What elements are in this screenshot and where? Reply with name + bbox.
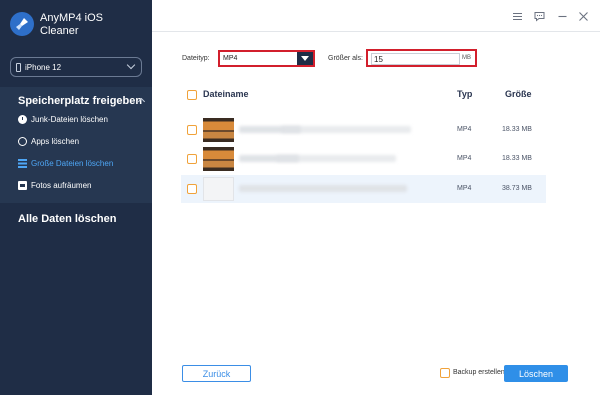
dropdown-arrow-icon[interactable]: [297, 52, 313, 65]
column-header-type[interactable]: Typ: [457, 89, 472, 99]
sidebar-item-label: Große Dateien löschen: [31, 158, 114, 168]
minimize-icon[interactable]: [556, 10, 568, 22]
close-icon[interactable]: [577, 10, 589, 22]
sidebar-item-photos[interactable]: Fotos aufräumen: [18, 178, 91, 192]
backup-checkbox[interactable]: [440, 368, 450, 378]
file-type-cell: MP4: [457, 126, 472, 133]
video-thumbnail: [203, 118, 234, 142]
sidebar-item-large-files[interactable]: Große Dateien löschen: [18, 156, 113, 170]
sidebar-item-label: Fotos aufräumen: [31, 180, 92, 190]
size-filter: MB: [366, 49, 477, 67]
file-type-cell: MP4: [457, 185, 472, 192]
file-type-cell: MP4: [457, 155, 472, 162]
row-checkbox[interactable]: [187, 125, 197, 135]
section-title[interactable]: Speicherplatz freigeben: [18, 95, 142, 107]
photo-icon: [18, 180, 27, 190]
device-name: iPhone 12: [25, 62, 62, 72]
table-row[interactable]: MP4 18.33 MB: [181, 116, 546, 144]
sidebar-item-apps[interactable]: Apps löschen: [18, 134, 79, 148]
column-header-size[interactable]: Größe: [505, 89, 532, 99]
row-checkbox[interactable]: [187, 154, 197, 164]
chevron-down-icon: [126, 60, 136, 70]
video-thumbnail: [203, 147, 234, 171]
sidebar-item-erase-all[interactable]: Alle Daten löschen: [18, 213, 116, 225]
sidebar-item-junk[interactable]: Junk-Dateien löschen: [18, 112, 108, 126]
sidebar: AnyMP4 iOS Cleaner iPhone 12 Speicherpla…: [0, 0, 152, 395]
divider: [152, 31, 600, 32]
blurred-filename: [281, 126, 411, 133]
size-label: Größer als:: [328, 55, 364, 62]
blurred-filename: [276, 155, 396, 162]
size-input[interactable]: [371, 53, 460, 65]
row-checkbox[interactable]: [187, 184, 197, 194]
clock-icon: [18, 114, 27, 124]
table-row[interactable]: MP4 38.73 MB: [181, 175, 546, 203]
free-space-section: Speicherplatz freigeben Junk-Dateien lös…: [0, 87, 152, 203]
file-thumbnail: [203, 177, 234, 201]
backup-label: Backup erstellen: [453, 369, 505, 376]
blurred-filename: [239, 185, 407, 192]
delete-button[interactable]: Löschen: [504, 365, 568, 382]
type-label: Dateityp:: [182, 55, 210, 62]
file-size-cell: 18.33 MB: [502, 126, 532, 133]
menu-icon[interactable]: [511, 10, 523, 22]
file-size-cell: 38.73 MB: [502, 185, 532, 192]
size-unit: MB: [462, 55, 471, 61]
sidebar-item-label: Junk-Dateien löschen: [31, 114, 108, 124]
files-icon: [18, 158, 27, 168]
sidebar-item-label: Apps löschen: [31, 136, 80, 146]
phone-icon: [16, 62, 21, 72]
column-header-name[interactable]: Dateiname: [203, 89, 249, 99]
broom-logo-icon: [10, 12, 34, 36]
file-type-value: MP4: [223, 55, 238, 62]
select-all-checkbox[interactable]: [187, 90, 197, 100]
apps-icon: [18, 136, 27, 146]
back-button[interactable]: Zurück: [182, 365, 251, 382]
file-type-select[interactable]: MP4: [218, 50, 315, 67]
app-title: AnyMP4 iOS Cleaner: [40, 12, 103, 37]
table-row[interactable]: MP4 18.33 MB: [181, 145, 546, 173]
file-size-cell: 18.33 MB: [502, 155, 532, 162]
feedback-icon[interactable]: [533, 10, 545, 22]
device-selector[interactable]: iPhone 12: [10, 57, 142, 77]
